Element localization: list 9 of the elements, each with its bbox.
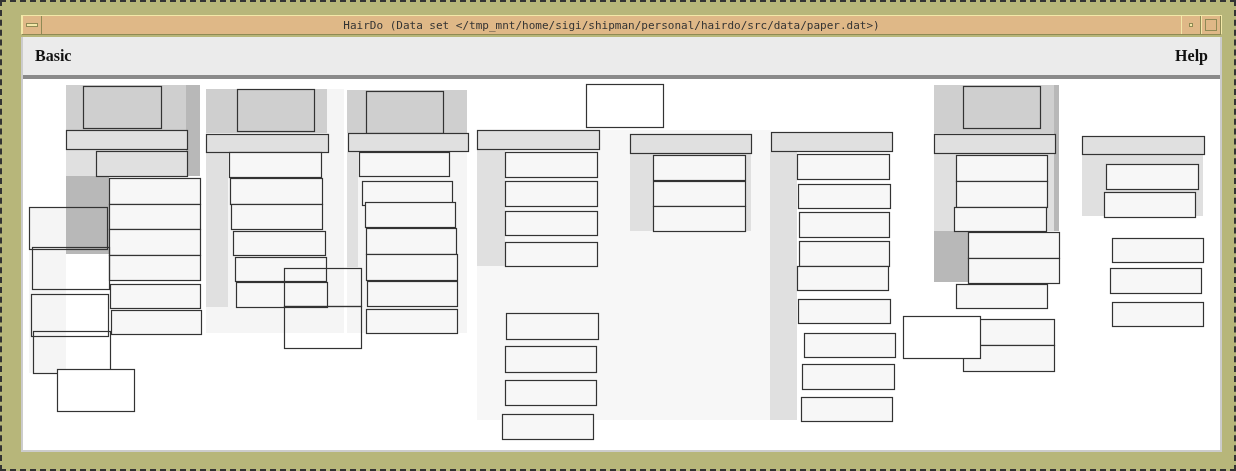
menu-item[interactable]: Basic [35, 47, 72, 65]
minimize-button[interactable] [1181, 16, 1201, 34]
menu-item[interactable]: Help [1175, 47, 1208, 65]
maximize-button[interactable] [1201, 16, 1221, 34]
window-menu-icon [26, 23, 38, 27]
window-menu-button[interactable] [22, 16, 42, 34]
maximize-icon [1205, 19, 1217, 31]
minimize-icon [1189, 23, 1193, 27]
window-title: HairDo (Data set </tmp_mnt/home/sigi/shipman/personal/hairdo/src/data/paper.dat>) [342, 18, 881, 32]
